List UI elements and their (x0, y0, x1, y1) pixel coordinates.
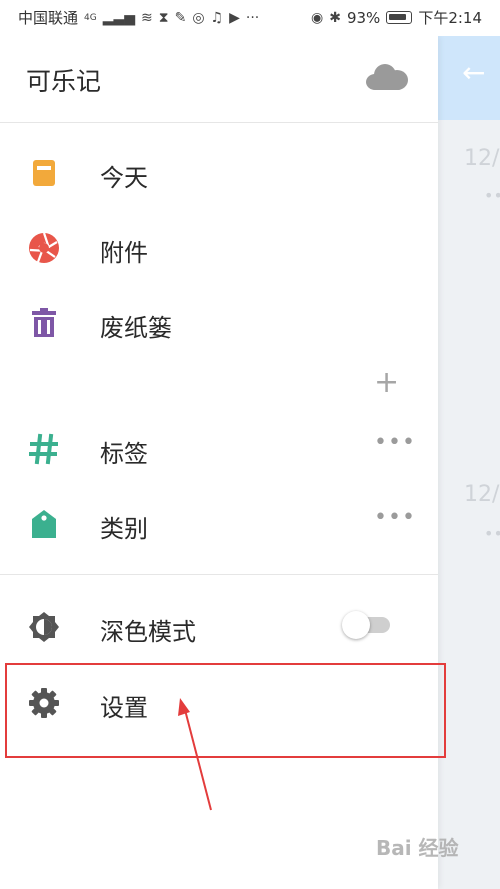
drawer-item-label: 类别 (100, 515, 148, 543)
calendar-today-icon (28, 157, 60, 189)
battery-percent: 93% (346, 8, 381, 27)
drawer-item-label: 今天 (100, 164, 148, 192)
app-title: 可乐记 (26, 67, 102, 96)
background-date: 12/ (464, 482, 500, 507)
trash-icon (28, 307, 60, 339)
music-icon: ♫ (210, 9, 224, 26)
background-more-icon: •• (484, 524, 500, 543)
status-left: 中国联通 4G ▂▃▅ ≋ ⧗ ✎ ◎ ♫ ▶ ··· (18, 7, 259, 28)
drawer-item-trash[interactable]: 废纸篓 (0, 288, 438, 358)
drawer-item-label: 废纸篓 (100, 314, 172, 342)
divider (0, 122, 438, 123)
play-icon: ▶ (229, 9, 240, 26)
dark-mode-toggle[interactable] (342, 611, 390, 639)
toggle-knob (342, 611, 370, 639)
bluetooth-icon: ✱ (329, 9, 341, 26)
drawer-header: 可乐记 (0, 36, 438, 122)
drawer-item-tags[interactable]: 标签 ••• (0, 414, 438, 484)
watermark-text: Bai 经验 (376, 836, 459, 860)
watermark-logo: Bai 经验 (376, 832, 496, 882)
wifi-icon: ≋ (141, 9, 153, 26)
more-options-icon[interactable]: ••• (374, 505, 416, 530)
tag-icon (28, 508, 60, 540)
status-right: ◉ ✱ 93% 下午2:14 (311, 7, 482, 28)
status-bar: 中国联通 4G ▂▃▅ ≋ ⧗ ✎ ◎ ♫ ▶ ··· ◉ ✱ 93% 下午2:… (0, 0, 500, 36)
network-type-label: 4G (84, 12, 97, 23)
add-button[interactable]: + (374, 368, 399, 398)
cloud-sync-icon[interactable] (366, 64, 408, 90)
edit-icon: ✎ (174, 9, 187, 26)
divider (0, 574, 438, 575)
background-more-icon: •• (484, 186, 500, 205)
drawer-item-label: 标签 (100, 440, 148, 468)
drawer-item-label: 附件 (100, 239, 148, 267)
clock: 下午2:14 (418, 9, 482, 27)
more-notifications-icon: ··· (245, 9, 260, 26)
battery-icon (386, 11, 413, 24)
drawer-item-attachments[interactable]: 附件 (0, 213, 438, 283)
drawer-item-today[interactable]: 今天 (0, 138, 438, 208)
annotation-highlight-box (5, 663, 446, 758)
brightness-icon (28, 611, 60, 643)
drawer-item-label: 深色模式 (100, 618, 196, 646)
more-options-icon[interactable]: ••• (374, 430, 416, 455)
back-arrow-icon[interactable]: ← (462, 58, 492, 88)
hourglass-icon: ⧗ (158, 9, 169, 26)
circle-icon: ◎ (192, 9, 205, 26)
carrier-label: 中国联通 (18, 9, 79, 27)
navigation-drawer: 可乐记 今天 附件 废纸篓 + 标签 ••• 类别 ••• 深色模式 设置 (0, 36, 438, 889)
signal-icon: ▂▃▅ (102, 9, 136, 26)
hashtag-icon (28, 433, 60, 465)
aperture-icon (28, 232, 60, 264)
eye-icon: ◉ (311, 9, 324, 26)
drawer-item-categories[interactable]: 类别 ••• (0, 489, 438, 559)
background-date: 12/ (464, 146, 500, 171)
